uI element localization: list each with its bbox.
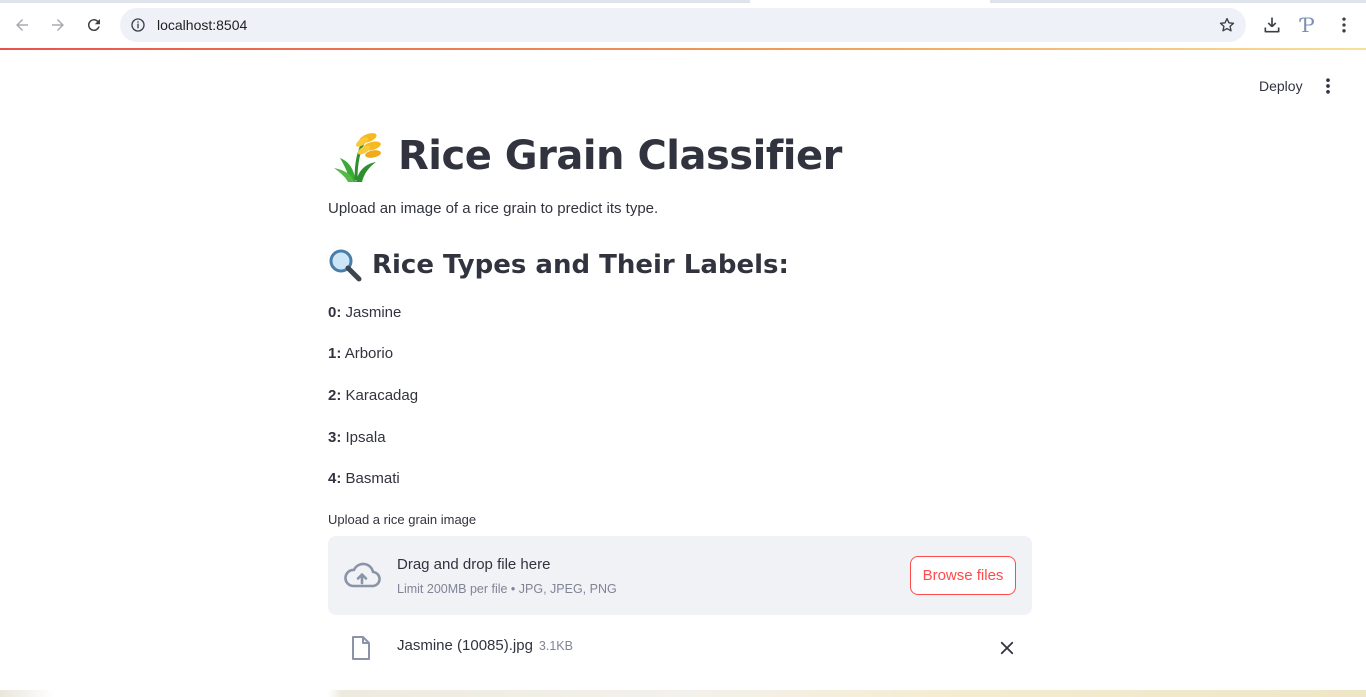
- file-icon: [352, 636, 370, 660]
- label-value: Ipsala: [345, 429, 386, 446]
- dropzone-title: Drag and drop file here: [397, 556, 551, 573]
- back-arrow-icon[interactable]: [9, 12, 35, 38]
- site-info-icon[interactable]: [130, 17, 146, 33]
- bookmark-star-icon[interactable]: [1218, 16, 1236, 34]
- magnifying-glass-icon: [329, 249, 362, 282]
- label-key: 4:: [328, 470, 342, 487]
- active-tab[interactable]: [750, 0, 990, 3]
- label-value: Basmati: [345, 470, 400, 487]
- page-title: Rice Grain Classifier: [328, 126, 842, 186]
- labels-heading-text: Rice Types and Their Labels:: [372, 250, 789, 280]
- label-item-2: 2: Karacadag: [328, 387, 418, 404]
- label-key: 0:: [328, 304, 342, 321]
- labels-heading: Rice Types and Their Labels:: [328, 248, 789, 282]
- chrome-menu-icon[interactable]: [1333, 14, 1355, 36]
- label-value: Arborio: [344, 345, 394, 362]
- address-bar[interactable]: localhost:8504: [120, 8, 1246, 42]
- rice-plant-icon: [334, 133, 381, 182]
- file-name: Jasmine (10085).jpg 3.1KB: [397, 637, 573, 654]
- browser-chrome: localhost:8504 Ƥ: [0, 0, 1366, 50]
- deploy-button[interactable]: Deploy: [1250, 76, 1312, 96]
- tab-strip: [0, 0, 1366, 3]
- uploader-label: Upload a rice grain image: [328, 512, 477, 527]
- dropzone-limit-text: Limit 200MB per file • JPG, JPEG, PNG: [397, 582, 617, 596]
- label-value: Karacadag: [345, 387, 419, 404]
- label-key: 2:: [328, 387, 342, 404]
- label-item-0: 0: Jasmine: [328, 304, 401, 321]
- label-key: 3:: [328, 429, 342, 446]
- uploaded-file-row: Jasmine (10085).jpg 3.1KB: [328, 628, 1032, 668]
- title-text: Rice Grain Classifier: [398, 133, 842, 179]
- profile-p-icon[interactable]: Ƥ: [1297, 14, 1319, 36]
- cloud-upload-icon: [344, 562, 381, 588]
- label-item-1: 1: Arborio: [328, 345, 393, 362]
- taskbar-edge: [0, 690, 1366, 697]
- loading-divider: [0, 48, 1366, 50]
- label-item-3: 3: Ipsala: [328, 429, 386, 446]
- forward-arrow-icon[interactable]: [45, 12, 71, 38]
- file-size: 3.1KB: [538, 639, 573, 653]
- close-icon[interactable]: [996, 637, 1018, 659]
- label-value: Jasmine: [345, 304, 402, 321]
- reload-icon[interactable]: [81, 12, 107, 38]
- browse-files-button[interactable]: Browse files: [910, 556, 1016, 595]
- label-key: 1:: [328, 345, 342, 362]
- file-dropzone[interactable]: Drag and drop file here Limit 200MB per …: [328, 536, 1032, 615]
- url-text[interactable]: localhost:8504: [157, 17, 247, 33]
- label-item-4: 4: Basmati: [328, 470, 400, 487]
- subtitle: Upload an image of a rice grain to predi…: [328, 200, 659, 217]
- kebab-menu-icon[interactable]: [1318, 76, 1338, 96]
- file-name-text: Jasmine (10085).jpg: [397, 637, 533, 654]
- download-icon[interactable]: [1261, 14, 1283, 36]
